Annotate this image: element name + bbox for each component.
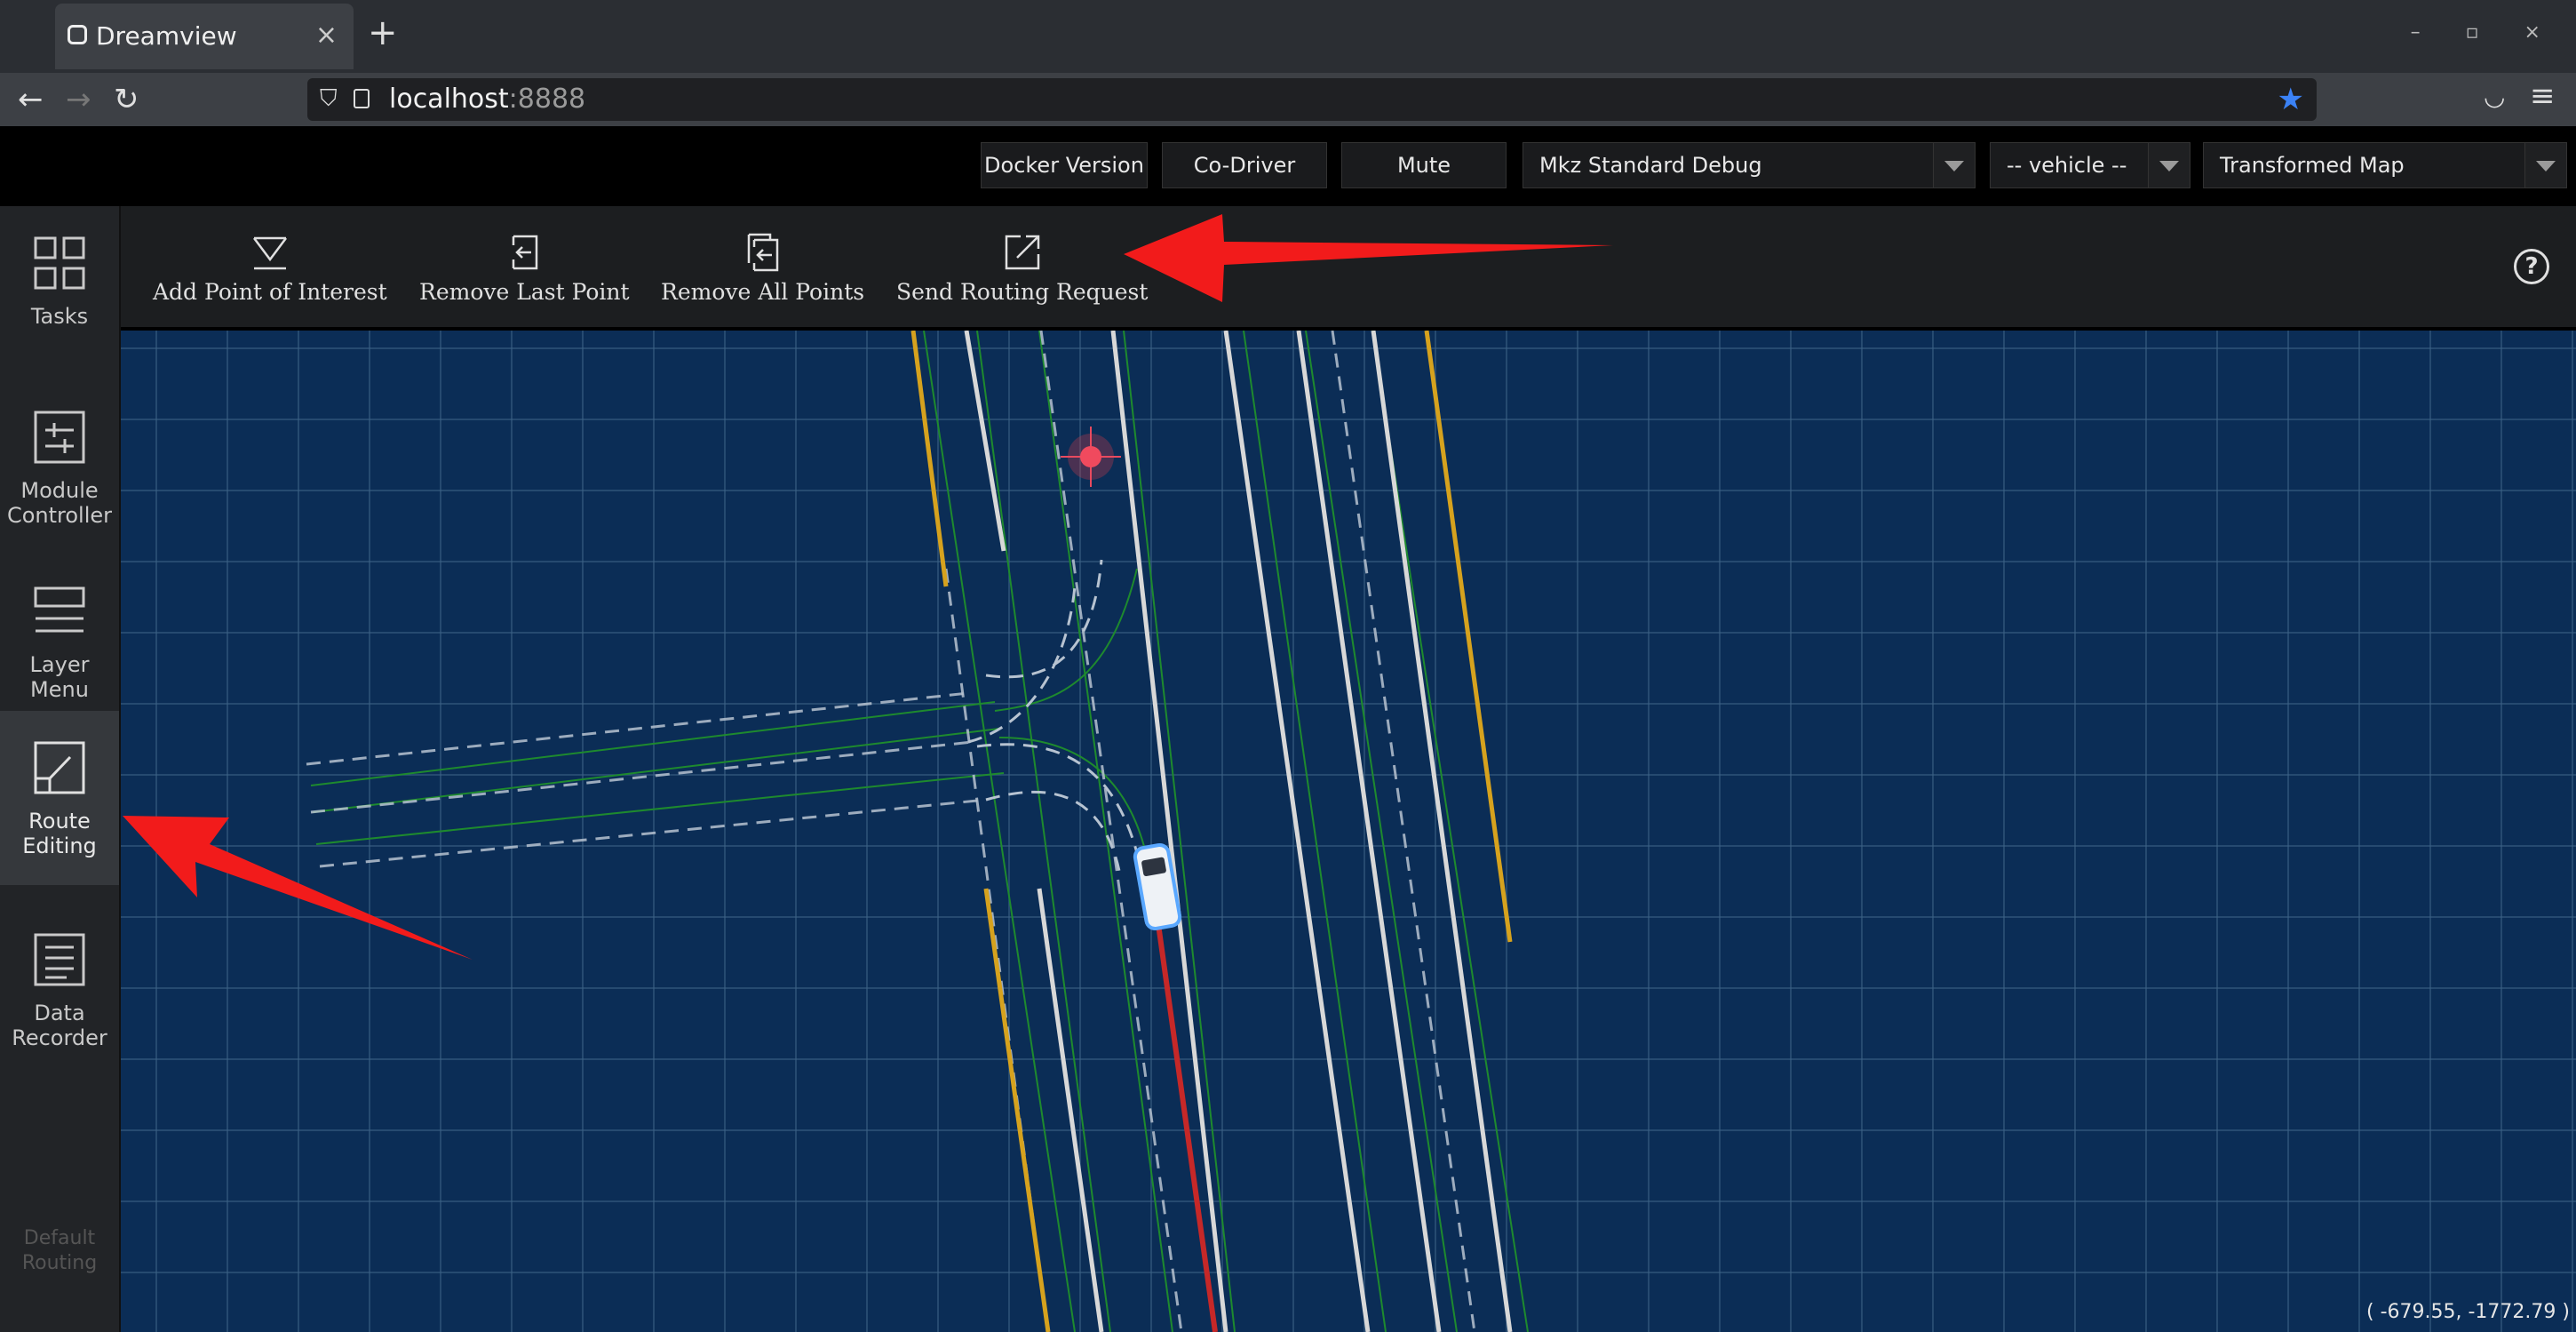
sidebar: Tasks Module Controller Layer Menu Route… (0, 206, 121, 1332)
send-icon (1005, 235, 1039, 270)
lane-solid (1037, 888, 1104, 1332)
chevron-down-icon[interactable] (2148, 143, 2190, 187)
remove-all-points-button[interactable]: Remove All Points (661, 233, 864, 305)
co-driver-button[interactable]: Co-Driver (1162, 142, 1327, 188)
tool-label: Remove Last Point (419, 279, 630, 305)
reload-icon[interactable]: ↻ (114, 82, 139, 117)
shield-icon[interactable]: ⛉ (320, 85, 338, 113)
poi-marker-icon (1080, 446, 1101, 467)
chevron-down-icon[interactable] (2524, 143, 2566, 187)
remove-last-point-button[interactable]: Remove Last Point (419, 233, 630, 305)
docker-version-button[interactable]: Docker Version (981, 142, 1148, 188)
lane-dashed (985, 790, 1121, 872)
layers-icon (34, 586, 85, 633)
sidebar-item-label: Module Controller (6, 478, 113, 528)
app-header: Docker Version Co-Driver Mute Mkz Standa… (0, 126, 2576, 206)
pocket-icon[interactable]: ◡ (2484, 82, 2505, 111)
help-icon[interactable]: ? (2514, 249, 2549, 284)
vehicle-select-value: -- vehicle -- (2007, 153, 2127, 178)
grid-icon (34, 236, 85, 290)
browser-tab[interactable]: Dreamview × (55, 4, 354, 69)
route-editing-toolbar: Add Point of Interest Remove Last Point … (121, 206, 2576, 331)
lane-boundary (1424, 331, 1513, 943)
lane-solid (1371, 331, 1513, 1332)
bookmark-star-icon[interactable]: ★ (2278, 82, 2304, 117)
sidebar-item-label: Route Editing (22, 809, 97, 858)
lane-centerline (1038, 331, 1173, 1332)
add-point-of-interest-button[interactable]: Add Point of Interest (153, 233, 387, 305)
clear-points-icon (747, 233, 778, 272)
lane-centerline (998, 737, 1147, 854)
window-controls[interactable]: – ▫ × (2411, 21, 2560, 44)
lane-dashed (1331, 331, 1476, 1332)
send-routing-request-button[interactable]: Send Routing Request (896, 233, 1148, 305)
sidebar-item-data-recorder[interactable]: Data Recorder (0, 903, 119, 1077)
url-bar[interactable]: ⛉ localhost:8888 ★ (307, 78, 2317, 121)
page-info-icon[interactable] (354, 89, 370, 108)
mute-button[interactable]: Mute (1341, 142, 1507, 188)
default-routing-button[interactable]: Default Routing (0, 1226, 119, 1276)
lane-centerline (994, 568, 1138, 712)
vehicle-select[interactable]: -- vehicle -- (1990, 142, 2190, 188)
mode-select-value: Mkz Standard Debug (1539, 153, 1762, 178)
url-host: localhost (389, 84, 509, 115)
lane-solid (1223, 331, 1371, 1332)
route-icon (34, 741, 85, 794)
tool-label: Send Routing Request (896, 279, 1149, 305)
lane-dashed (1039, 331, 1183, 1332)
lane-centerline (1123, 331, 1236, 1332)
url-port: :8888 (508, 84, 586, 115)
cursor-coordinates: ( -679.55, -1772.79 ) (2366, 1301, 2570, 1323)
undo-point-icon (513, 235, 538, 270)
sidebar-item-module-controller[interactable]: Module Controller (0, 380, 119, 554)
back-icon[interactable]: ← (18, 82, 44, 117)
lane-centerline (310, 701, 996, 786)
map-canvas[interactable] (121, 331, 2576, 1332)
sidebar-item-label: Data Recorder (12, 1001, 107, 1050)
tool-label: Remove All Points (661, 279, 865, 305)
sidebar-item-tasks[interactable]: Tasks (0, 206, 119, 380)
tool-label: Add Point of Interest (153, 279, 387, 305)
mode-select[interactable]: Mkz Standard Debug (1523, 142, 1976, 188)
lane-centerline (312, 728, 1000, 813)
chevron-down-icon[interactable] (1933, 143, 1975, 187)
browser-nav-bar: ← → ↻ ⛉ localhost:8888 ★ ◡ ≡ (0, 73, 2576, 126)
forward-icon[interactable]: → (66, 82, 91, 117)
lane-boundary (983, 888, 1051, 1332)
lane-centerline (1305, 331, 1458, 1332)
add-point-icon (252, 236, 287, 270)
close-tab-icon[interactable]: × (315, 20, 338, 51)
new-tab-button[interactable]: + (368, 12, 398, 53)
map-select[interactable]: Transformed Map (2203, 142, 2567, 188)
map-select-value: Transformed Map (2220, 153, 2405, 178)
hamburger-menu-icon[interactable]: ≡ (2530, 78, 2556, 114)
sidebar-item-layer-menu[interactable]: Layer Menu (0, 554, 119, 729)
recorder-icon (34, 933, 85, 986)
lane-centerline (923, 331, 1076, 1332)
lane-solid (964, 331, 1006, 552)
browser-tab-bar: Dreamview × + – ▫ × (0, 0, 2576, 73)
sliders-icon (34, 411, 85, 464)
sidebar-item-route-editing[interactable]: Route Editing (0, 711, 119, 885)
sidebar-item-label: Tasks (30, 304, 89, 329)
lane-solid (1296, 331, 1442, 1332)
map-drawing[interactable] (121, 331, 2576, 1332)
lane-dashed (985, 559, 1103, 679)
url-text[interactable]: localhost:8888 (389, 84, 585, 115)
tab-title: Dreamview (96, 21, 237, 51)
sidebar-item-label: Layer Menu (29, 652, 90, 702)
favicon-icon (68, 25, 87, 44)
